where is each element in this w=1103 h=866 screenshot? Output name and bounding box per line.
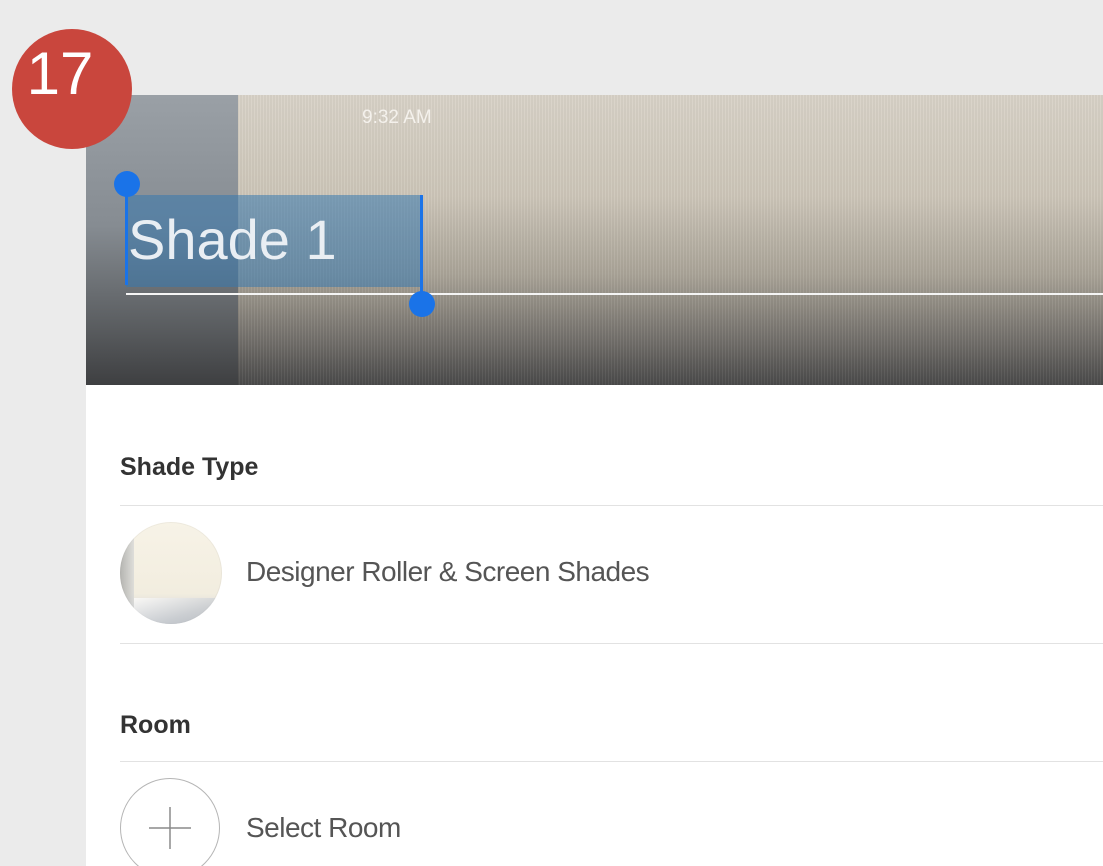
- shade-name-input[interactable]: Shade 1: [128, 205, 337, 275]
- select-room-option[interactable]: Select Room: [120, 765, 1103, 866]
- selection-start-caret: [125, 191, 128, 285]
- step-number-badge: 17: [12, 29, 132, 149]
- divider: [120, 643, 1103, 644]
- divider: [120, 505, 1103, 506]
- selection-end-handle[interactable]: [409, 291, 435, 317]
- shade-type-label: Designer Roller & Screen Shades: [246, 556, 650, 587]
- selection-end-caret: [420, 195, 423, 299]
- divider: [120, 761, 1103, 762]
- room-heading: Room: [120, 711, 191, 739]
- shade-editor-screen: 9:32 AM Shade 1 Shade Type Designer Roll…: [86, 95, 1103, 866]
- plus-icon: [149, 807, 191, 849]
- shade-name-field[interactable]: Shade 1: [114, 171, 1103, 317]
- selection-start-handle[interactable]: [114, 171, 140, 197]
- shade-swatch-image: [120, 522, 222, 624]
- select-room-label: Select Room: [246, 812, 401, 843]
- shade-header-image: 9:32 AM Shade 1: [86, 95, 1103, 385]
- shade-type-heading: Shade Type: [120, 453, 259, 481]
- status-bar-time: 9:32 AM: [362, 107, 432, 128]
- input-underline: [126, 293, 1103, 295]
- add-room-button[interactable]: [120, 778, 220, 866]
- shade-type-option[interactable]: Designer Roller & Screen Shades: [120, 509, 1103, 637]
